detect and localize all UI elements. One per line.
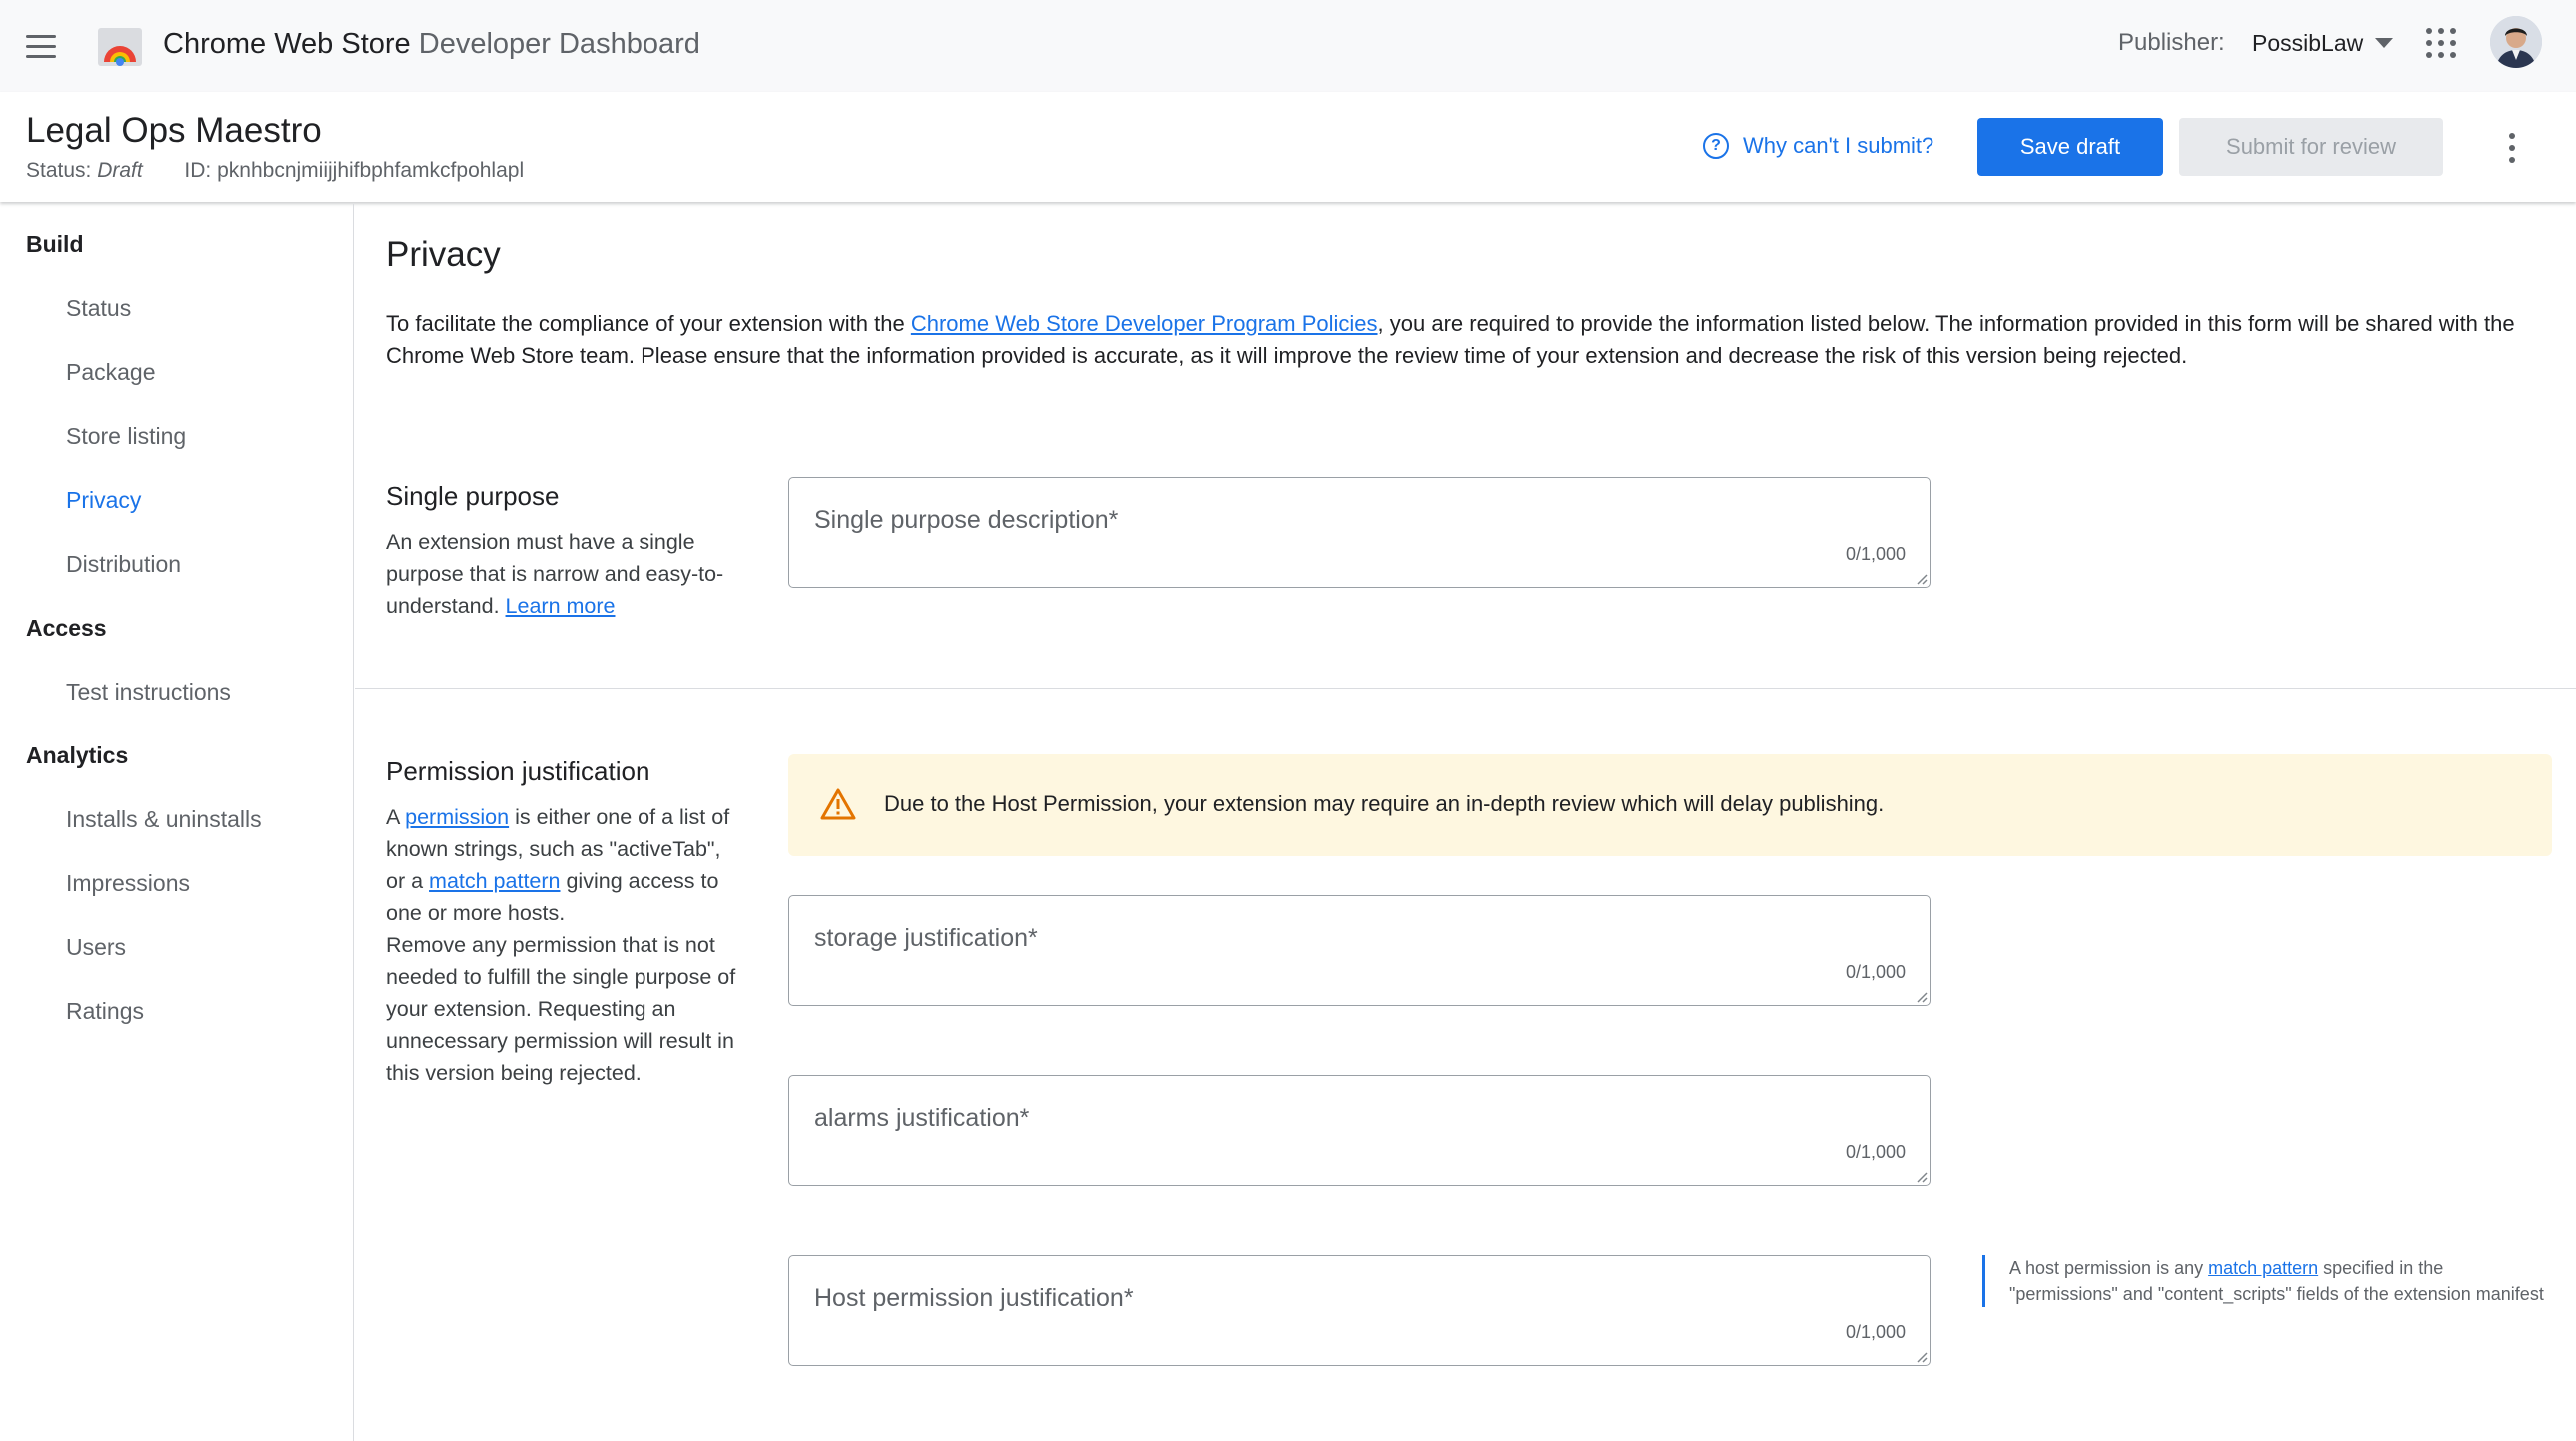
char-count: 0/1,000 bbox=[1845, 1322, 1906, 1342]
sidebar-item-installs[interactable]: Installs & uninstalls bbox=[66, 803, 262, 835]
app-title-sub: Developer Dashboard bbox=[418, 28, 700, 60]
nav-section-build: Build bbox=[26, 231, 84, 257]
id-value: pknhbcnjmiijjhifbphfamkcfpohlapl bbox=[217, 159, 525, 182]
permission-justification-title: Permission justification bbox=[386, 756, 650, 786]
alarms-justification-field[interactable]: alarms justification* 0/1,000 bbox=[788, 1075, 1931, 1186]
publisher-value: PossibLaw bbox=[2252, 30, 2364, 56]
host-permission-warning: Due to the Host Permission, your extensi… bbox=[788, 754, 2552, 856]
sidebar-item-test-instructions[interactable]: Test instructions bbox=[66, 676, 231, 708]
resize-grip-icon[interactable] bbox=[1914, 989, 1928, 1003]
submit-for-review-button[interactable]: Submit for review bbox=[2179, 118, 2443, 176]
char-count: 0/1,000 bbox=[1845, 962, 1906, 982]
permission-link[interactable]: permission bbox=[405, 805, 509, 829]
status-label: Status: bbox=[26, 159, 92, 182]
sidebar-item-users[interactable]: Users bbox=[66, 931, 126, 963]
char-count: 0/1,000 bbox=[1845, 1142, 1906, 1162]
app-title-main: Chrome Web Store bbox=[163, 28, 411, 60]
sidebar-item-privacy[interactable]: Privacy bbox=[66, 484, 141, 516]
single-purpose-field[interactable]: Single purpose description* 0/1,000 bbox=[788, 477, 1931, 588]
save-draft-button[interactable]: Save draft bbox=[1977, 118, 2163, 176]
host-permission-note: A host permission is any match pattern s… bbox=[1982, 1255, 2552, 1307]
item-header: Legal Ops Maestro Status: Draft ID: pknh… bbox=[0, 92, 2576, 202]
resize-grip-icon[interactable] bbox=[1914, 1169, 1928, 1183]
item-meta: Status: Draft ID: pknhbcnjmiijjhifbphfam… bbox=[26, 156, 524, 186]
sidebar-item-distribution[interactable]: Distribution bbox=[66, 548, 181, 580]
why-cant-submit-link[interactable]: ? Why can't I submit? bbox=[1703, 130, 1933, 162]
publisher-label: Publisher: bbox=[2118, 29, 2225, 56]
intro-before: To facilitate the compliance of your ext… bbox=[386, 311, 911, 336]
user-avatar-icon bbox=[2490, 16, 2542, 68]
apps-grid-icon[interactable] bbox=[2426, 28, 2456, 58]
sidebar-item-impressions[interactable]: Impressions bbox=[66, 867, 190, 899]
nav-section-analytics: Analytics bbox=[26, 742, 129, 768]
publisher-select[interactable]: PossibLaw bbox=[2252, 26, 2394, 60]
more-options-icon[interactable] bbox=[2500, 130, 2524, 166]
id-label: ID: bbox=[184, 159, 212, 182]
why-cant-submit-label: Why can't I submit? bbox=[1743, 133, 1934, 158]
permission-justification-desc: A permission is either one of a list of … bbox=[386, 801, 745, 1089]
section-divider bbox=[355, 688, 2576, 689]
help-icon: ? bbox=[1703, 133, 1729, 159]
storage-justification-placeholder: storage justification* bbox=[814, 924, 1038, 952]
permission-desc-d: Remove any permission that is not needed… bbox=[386, 933, 736, 1085]
warning-text: Due to the Host Permission, your extensi… bbox=[884, 791, 1885, 816]
learn-more-link[interactable]: Learn more bbox=[506, 594, 616, 618]
sidebar-item-status[interactable]: Status bbox=[66, 292, 131, 324]
permission-desc-a: A bbox=[386, 805, 406, 829]
alarms-justification-placeholder: alarms justification* bbox=[814, 1104, 1030, 1132]
resize-grip-icon[interactable] bbox=[1914, 571, 1928, 585]
resize-grip-icon[interactable] bbox=[1914, 1349, 1928, 1363]
intro-text: To facilitate the compliance of your ext… bbox=[386, 308, 2574, 372]
sidebar: Build Status Package Store listing Priva… bbox=[0, 204, 354, 1441]
host-note-match-pattern-link[interactable]: match pattern bbox=[2208, 1258, 2318, 1278]
single-purpose-placeholder: Single purpose description* bbox=[814, 506, 1119, 534]
sidebar-item-package[interactable]: Package bbox=[66, 356, 156, 388]
single-purpose-title: Single purpose bbox=[386, 481, 560, 511]
sidebar-item-ratings[interactable]: Ratings bbox=[66, 995, 144, 1027]
warning-icon bbox=[820, 788, 856, 820]
main-content: Privacy To facilitate the compliance of … bbox=[355, 204, 2576, 1441]
host-permission-justification-field[interactable]: Host permission justification* 0/1,000 bbox=[788, 1255, 1931, 1366]
nav-section-access: Access bbox=[26, 615, 107, 641]
app-title: Chrome Web Store Developer Dashboard bbox=[163, 24, 700, 64]
menu-icon[interactable] bbox=[26, 28, 62, 64]
caret-down-icon bbox=[2375, 38, 2394, 48]
item-name: Legal Ops Maestro bbox=[26, 111, 322, 150]
chrome-web-store-logo bbox=[98, 28, 142, 66]
host-note-a: A host permission is any bbox=[2009, 1258, 2209, 1278]
program-policies-link[interactable]: Chrome Web Store Developer Program Polic… bbox=[911, 311, 1378, 336]
host-permission-justification-placeholder: Host permission justification* bbox=[814, 1284, 1134, 1312]
storage-justification-field[interactable]: storage justification* 0/1,000 bbox=[788, 895, 1931, 1006]
char-count: 0/1,000 bbox=[1845, 544, 1906, 564]
sidebar-item-store-listing[interactable]: Store listing bbox=[66, 420, 186, 452]
app-bar: Chrome Web Store Developer Dashboard Pub… bbox=[0, 0, 2576, 92]
match-pattern-link[interactable]: match pattern bbox=[429, 869, 560, 893]
single-purpose-desc: An extension must have a single purpose … bbox=[386, 526, 745, 622]
page-title: Privacy bbox=[386, 235, 501, 274]
avatar[interactable] bbox=[2490, 16, 2542, 68]
status-value: Draft bbox=[97, 159, 143, 182]
